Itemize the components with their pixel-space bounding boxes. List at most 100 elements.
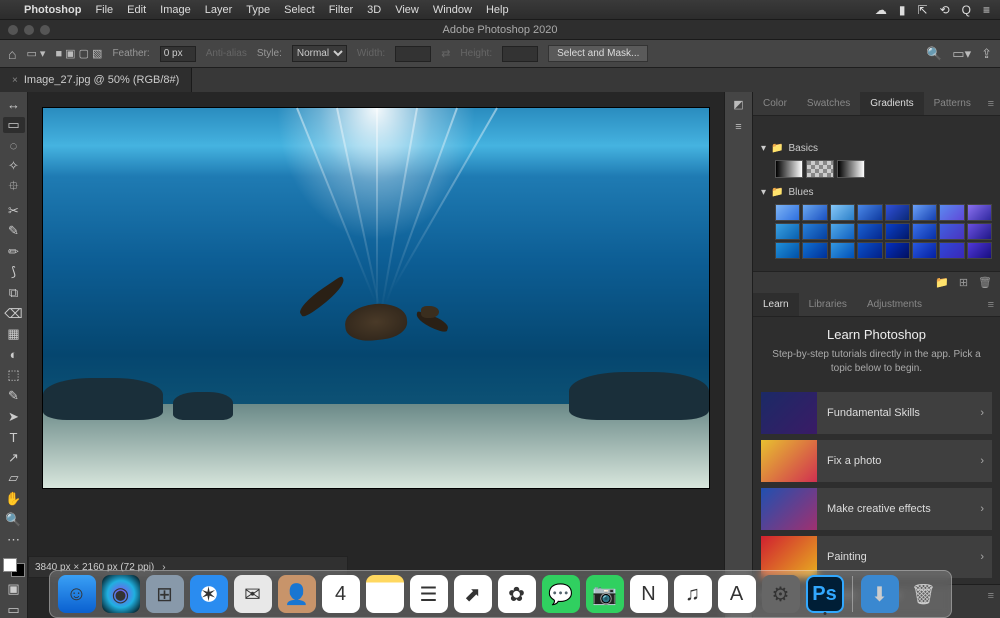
app-name[interactable]: Photoshop xyxy=(24,4,81,16)
feather-input[interactable] xyxy=(160,46,196,62)
dock-trash[interactable]: 🗑 xyxy=(905,575,943,613)
dock-safari[interactable]: ✶ xyxy=(190,575,228,613)
menu-help[interactable]: Help xyxy=(486,4,509,16)
gradient-swatch[interactable] xyxy=(775,242,800,259)
sync-icon[interactable]: ⟲ xyxy=(940,3,950,17)
gradient-swatch[interactable] xyxy=(939,242,964,259)
tool-more[interactable]: ⋯ xyxy=(3,532,25,549)
fg-color-icon[interactable] xyxy=(3,558,17,572)
menu-type[interactable]: Type xyxy=(246,4,270,16)
search-icon[interactable]: 🔍 xyxy=(926,46,942,62)
tool-stamp[interactable]: ⧉ xyxy=(3,285,25,302)
gradient-swatch[interactable] xyxy=(775,160,803,178)
menu-3d[interactable]: 3D xyxy=(367,4,381,16)
tool-history[interactable]: ⌫ xyxy=(3,305,25,322)
dock-photoshop[interactable]: Ps xyxy=(806,575,844,613)
tab-color[interactable]: Color xyxy=(753,92,797,115)
tool-lasso[interactable]: ◌ xyxy=(3,137,25,154)
dock-downloads[interactable]: ⬇ xyxy=(861,575,899,613)
window-controls[interactable] xyxy=(8,25,50,35)
dock-siri[interactable]: ◉ xyxy=(102,575,140,613)
tool-frame[interactable]: ✂ xyxy=(3,202,25,219)
tool-eyedropper[interactable]: ✎ xyxy=(3,223,25,240)
color-swatches[interactable] xyxy=(3,558,25,576)
canvas[interactable] xyxy=(43,108,709,488)
menu-file[interactable]: File xyxy=(95,4,113,16)
menu-layer[interactable]: Layer xyxy=(205,4,233,16)
tool-gradient[interactable]: ◐ xyxy=(3,347,25,364)
search-icon[interactable]: Q xyxy=(962,3,971,17)
dock-music[interactable]: ♫ xyxy=(674,575,712,613)
dock-photos[interactable]: ✿ xyxy=(498,575,536,613)
tool-pen[interactable]: ➤ xyxy=(3,408,25,425)
menu-edit[interactable]: Edit xyxy=(127,4,146,16)
trash-icon[interactable]: 🗑 xyxy=(978,276,992,289)
gradient-swatch[interactable] xyxy=(830,242,855,259)
learn-item[interactable]: Make creative effects › xyxy=(761,488,992,530)
gradient-swatch[interactable] xyxy=(802,204,827,221)
dock-notes[interactable] xyxy=(366,575,404,613)
home-button[interactable]: ⌂ xyxy=(8,46,16,62)
tool-eraser[interactable]: ▦ xyxy=(3,326,25,343)
dock-maps[interactable]: ⬈ xyxy=(454,575,492,613)
gradients-blues-header[interactable]: ▾ 📁 Blues xyxy=(761,184,992,201)
chat-icon[interactable]: ▮ xyxy=(899,3,906,17)
arrange-icon[interactable]: ⇱ xyxy=(918,3,928,17)
workspace-icon[interactable]: ▭▾ xyxy=(952,46,971,62)
tab-libraries[interactable]: Libraries xyxy=(799,293,857,316)
new-folder-icon[interactable]: 📁 xyxy=(935,276,949,289)
dock-finder[interactable]: ☺ xyxy=(58,575,96,613)
tool-marquee[interactable]: ▭ xyxy=(3,117,25,134)
gradient-swatch[interactable] xyxy=(837,160,865,178)
style-select[interactable]: Normal xyxy=(292,45,347,62)
gradient-swatch[interactable] xyxy=(939,223,964,240)
gradient-swatch[interactable] xyxy=(857,223,882,240)
gradient-swatch[interactable] xyxy=(775,223,800,240)
dock-settings[interactable]: ⚙ xyxy=(762,575,800,613)
dock-reminders[interactable]: ☰ xyxy=(410,575,448,613)
tab-learn[interactable]: Learn xyxy=(753,293,799,316)
gradient-swatch[interactable] xyxy=(939,204,964,221)
tool-zoom[interactable]: 🔍 xyxy=(3,511,25,528)
dock-news[interactable]: N xyxy=(630,575,668,613)
gradient-swatch[interactable] xyxy=(967,223,992,240)
dock-contacts[interactable]: 👤 xyxy=(278,575,316,613)
gradient-swatch[interactable] xyxy=(912,204,937,221)
dock-facetime[interactable]: 📷 xyxy=(586,575,624,613)
tool-brush[interactable]: ⟆ xyxy=(3,264,25,281)
history-icon[interactable]: ◩ xyxy=(733,98,743,111)
panel-menu-icon[interactable]: ≡ xyxy=(982,98,1000,110)
tool-shape[interactable]: ▱ xyxy=(3,470,25,487)
tool-path[interactable]: ↗ xyxy=(3,450,25,467)
dock-messages[interactable]: 💬 xyxy=(542,575,580,613)
gradients-basics-header[interactable]: ▾ 📁 Basics xyxy=(761,140,992,157)
dock-calendar[interactable]: 4 xyxy=(322,575,360,613)
gradient-swatch[interactable] xyxy=(885,242,910,259)
tool-healing[interactable]: ✏ xyxy=(3,244,25,261)
tab-swatches[interactable]: Swatches xyxy=(797,92,860,115)
gradient-swatch[interactable] xyxy=(912,242,937,259)
selection-mode-icons[interactable]: ■ ▣ ▢ ▧ xyxy=(55,47,102,60)
gradient-swatch[interactable] xyxy=(830,204,855,221)
gradient-swatch[interactable] xyxy=(857,242,882,259)
tab-adjustments[interactable]: Adjustments xyxy=(857,293,932,316)
gradient-swatch[interactable] xyxy=(806,160,834,178)
menu-view[interactable]: View xyxy=(395,4,419,16)
panel-menu-icon[interactable]: ≡ xyxy=(982,590,1000,602)
share-icon[interactable]: ⇪ xyxy=(981,46,992,62)
screenmode-icon[interactable]: ▭ xyxy=(3,601,25,618)
menu-window[interactable]: Window xyxy=(433,4,472,16)
gradient-swatch[interactable] xyxy=(802,242,827,259)
gradient-swatch[interactable] xyxy=(885,204,910,221)
tab-patterns[interactable]: Patterns xyxy=(924,92,981,115)
gradient-swatch[interactable] xyxy=(885,223,910,240)
learn-item[interactable]: Fix a photo › xyxy=(761,440,992,482)
tool-move[interactable]: ↔ xyxy=(3,96,25,113)
tool-blur[interactable]: ⬚ xyxy=(3,367,25,384)
document-tab[interactable]: × Image_27.jpg @ 50% (RGB/8#) xyxy=(0,68,192,92)
quickmask-icon[interactable]: ▣ xyxy=(3,581,25,598)
panel-menu-icon[interactable]: ≡ xyxy=(982,299,1000,311)
properties-icon[interactable]: ≡ xyxy=(735,121,741,133)
close-tab-icon[interactable]: × xyxy=(12,75,18,86)
tool-type[interactable]: T xyxy=(3,429,25,446)
